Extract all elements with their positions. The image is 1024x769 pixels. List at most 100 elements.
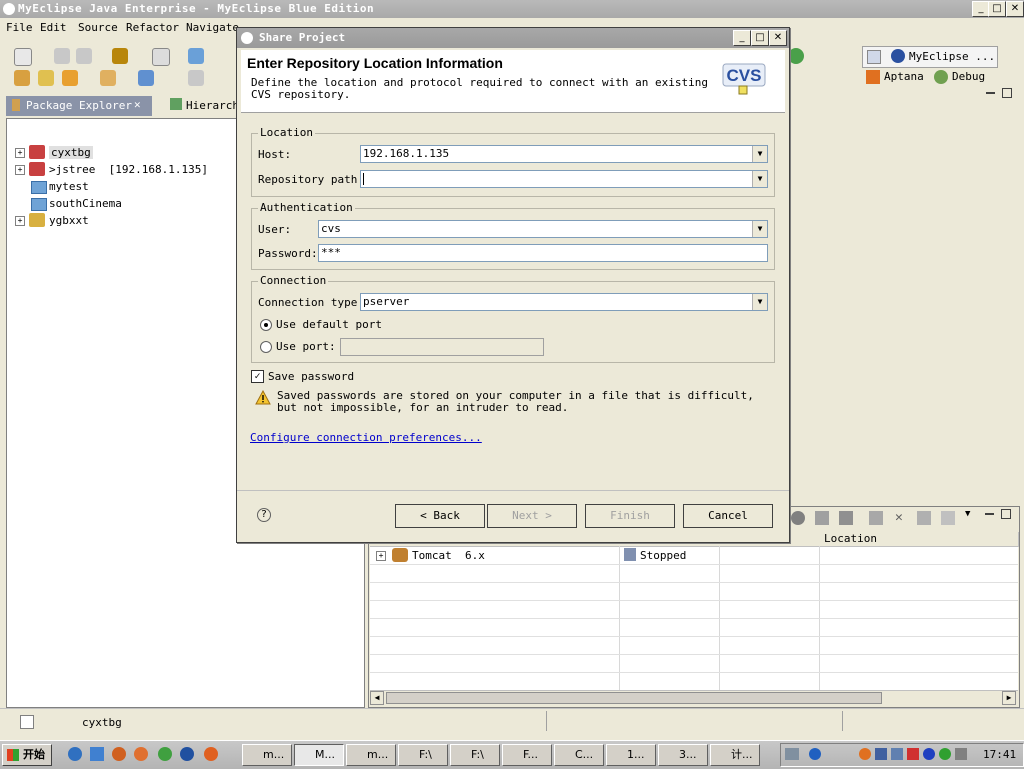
chevron-down-icon[interactable]: ▼: [752, 294, 767, 310]
connection-type-combo[interactable]: pserver ▼: [360, 293, 768, 311]
navigate-icon[interactable]: [188, 70, 204, 86]
chevron-down-icon[interactable]: ▼: [752, 171, 767, 187]
firefox-icon[interactable]: [204, 747, 218, 761]
open-perspective-icon[interactable]: [867, 50, 881, 64]
dialog-minimize-button[interactable]: _: [733, 30, 751, 46]
configure-connection-preferences-link[interactable]: Configure connection preferences...: [250, 431, 482, 444]
properties-icon[interactable]: [917, 511, 931, 525]
finish-button[interactable]: Finish: [585, 504, 675, 528]
tool-icon[interactable]: [38, 70, 54, 86]
tab-package-explorer[interactable]: Package Explorer ✕: [6, 96, 152, 116]
use-port-radio[interactable]: [260, 341, 272, 353]
maximize-button[interactable]: □: [988, 1, 1006, 17]
view-menu-icon[interactable]: ▼: [965, 509, 970, 519]
use-default-port-radio[interactable]: [260, 319, 272, 331]
taskbar-item[interactable]: F:\: [450, 744, 500, 766]
taskbar-item[interactable]: 计...: [710, 744, 760, 766]
perspective-debug[interactable]: Debug: [952, 70, 985, 83]
tray-app-icon[interactable]: [939, 748, 951, 760]
close-icon[interactable]: ✕: [134, 98, 141, 111]
scroll-left-icon[interactable]: ◀: [370, 691, 384, 705]
minimize-view-icon[interactable]: [985, 513, 994, 515]
refresh-icon[interactable]: [788, 48, 804, 64]
chevron-down-icon[interactable]: ▼: [752, 221, 767, 237]
menu-navigate[interactable]: Navigate: [186, 21, 239, 34]
use-port-label[interactable]: Use port:: [276, 340, 336, 353]
menu-file[interactable]: File: [6, 21, 33, 34]
chrome-icon[interactable]: [158, 747, 172, 761]
firefox-icon[interactable]: [134, 747, 148, 761]
taskbar-item[interactable]: C...: [554, 744, 604, 766]
minimize-view-icon[interactable]: [986, 92, 995, 94]
port-field[interactable]: [340, 338, 544, 356]
help-icon[interactable]: [809, 748, 821, 760]
use-default-port-label[interactable]: Use default port: [276, 318, 382, 331]
expand-icon[interactable]: +: [376, 551, 386, 561]
browser-icon[interactable]: [180, 747, 194, 761]
help-icon[interactable]: ?: [257, 508, 271, 522]
fast-view-icon[interactable]: [20, 715, 34, 729]
taskbar-item[interactable]: 1...: [606, 744, 656, 766]
scroll-thumb[interactable]: [386, 692, 882, 704]
dialog-maximize-button[interactable]: □: [751, 30, 769, 46]
host-combo[interactable]: 192.168.1.135 ▼: [360, 145, 768, 163]
taskbar-item[interactable]: 3...: [658, 744, 708, 766]
home-icon[interactable]: [100, 70, 116, 86]
next-button[interactable]: Next >: [487, 504, 577, 528]
maximize-view-icon[interactable]: [1002, 88, 1012, 98]
back-button[interactable]: < Back: [395, 504, 485, 528]
menu-edit[interactable]: Edit: [40, 21, 67, 34]
taskbar-item[interactable]: m...: [242, 744, 292, 766]
open-folder-icon[interactable]: [14, 70, 30, 86]
column-header-location[interactable]: Location: [820, 532, 1019, 547]
package-icon[interactable]: [112, 48, 128, 64]
tray-app-icon[interactable]: [859, 748, 871, 760]
save-icon[interactable]: [54, 48, 70, 64]
perspective-myeclipse[interactable]: MyEclipse ...: [909, 50, 995, 63]
tray-app-icon[interactable]: [923, 748, 935, 760]
taskbar-item-myeclipse[interactable]: M...: [294, 744, 344, 766]
expand-icon[interactable]: +: [15, 216, 25, 226]
ie-icon[interactable]: [68, 747, 82, 761]
table-row[interactable]: + Tomcat 6.x Stopped: [370, 548, 1018, 564]
maximize-view-icon[interactable]: [1001, 509, 1011, 519]
start-button[interactable]: 开始: [2, 744, 52, 766]
taskbar-item[interactable]: F...: [502, 744, 552, 766]
user-combo[interactable]: cvs ▼: [318, 220, 768, 238]
new-icon[interactable]: [14, 48, 32, 66]
start-server-icon[interactable]: [791, 511, 805, 525]
password-field[interactable]: ***: [318, 244, 768, 262]
quicklaunch-icon[interactable]: [90, 747, 104, 761]
scroll-right-icon[interactable]: ▶: [1002, 691, 1016, 705]
remove-icon[interactable]: ✕: [895, 510, 903, 525]
run-config-icon[interactable]: [188, 48, 204, 64]
firefox-icon[interactable]: [112, 747, 126, 761]
debug-server-icon[interactable]: [815, 511, 829, 525]
expand-icon[interactable]: +: [15, 165, 25, 175]
java-version-icon[interactable]: [152, 48, 170, 66]
cancel-button[interactable]: Cancel: [683, 504, 773, 528]
close-button[interactable]: ✕: [1006, 1, 1024, 17]
perspective-switcher[interactable]: MyEclipse ...: [862, 46, 998, 68]
deploy-icon[interactable]: [62, 70, 78, 86]
chevron-down-icon[interactable]: ▼: [752, 146, 767, 162]
tray-app-icon[interactable]: [875, 748, 887, 760]
stop-server-icon[interactable]: [839, 511, 853, 525]
menu-refactor[interactable]: Refactor: [126, 21, 179, 34]
open-icon[interactable]: [941, 511, 955, 525]
print-icon[interactable]: [76, 48, 92, 64]
repository-path-combo[interactable]: ▼: [360, 170, 768, 188]
publish-icon[interactable]: [869, 511, 883, 525]
menu-source[interactable]: Source: [78, 21, 118, 34]
horizontal-scrollbar[interactable]: ◀ ▶: [370, 690, 1018, 705]
taskbar-item[interactable]: m...: [346, 744, 396, 766]
tray-app-icon[interactable]: [891, 748, 903, 760]
save-password-checkbox[interactable]: ✓: [251, 370, 264, 383]
dialog-close-button[interactable]: ✕: [769, 30, 787, 46]
taskbar-item[interactable]: F:\: [398, 744, 448, 766]
volume-icon[interactable]: [955, 748, 967, 760]
globe-icon[interactable]: [138, 70, 154, 86]
tray-app-icon[interactable]: [907, 748, 919, 760]
save-password-label[interactable]: Save password: [268, 370, 354, 383]
perspective-aptana[interactable]: Aptana: [884, 70, 924, 83]
